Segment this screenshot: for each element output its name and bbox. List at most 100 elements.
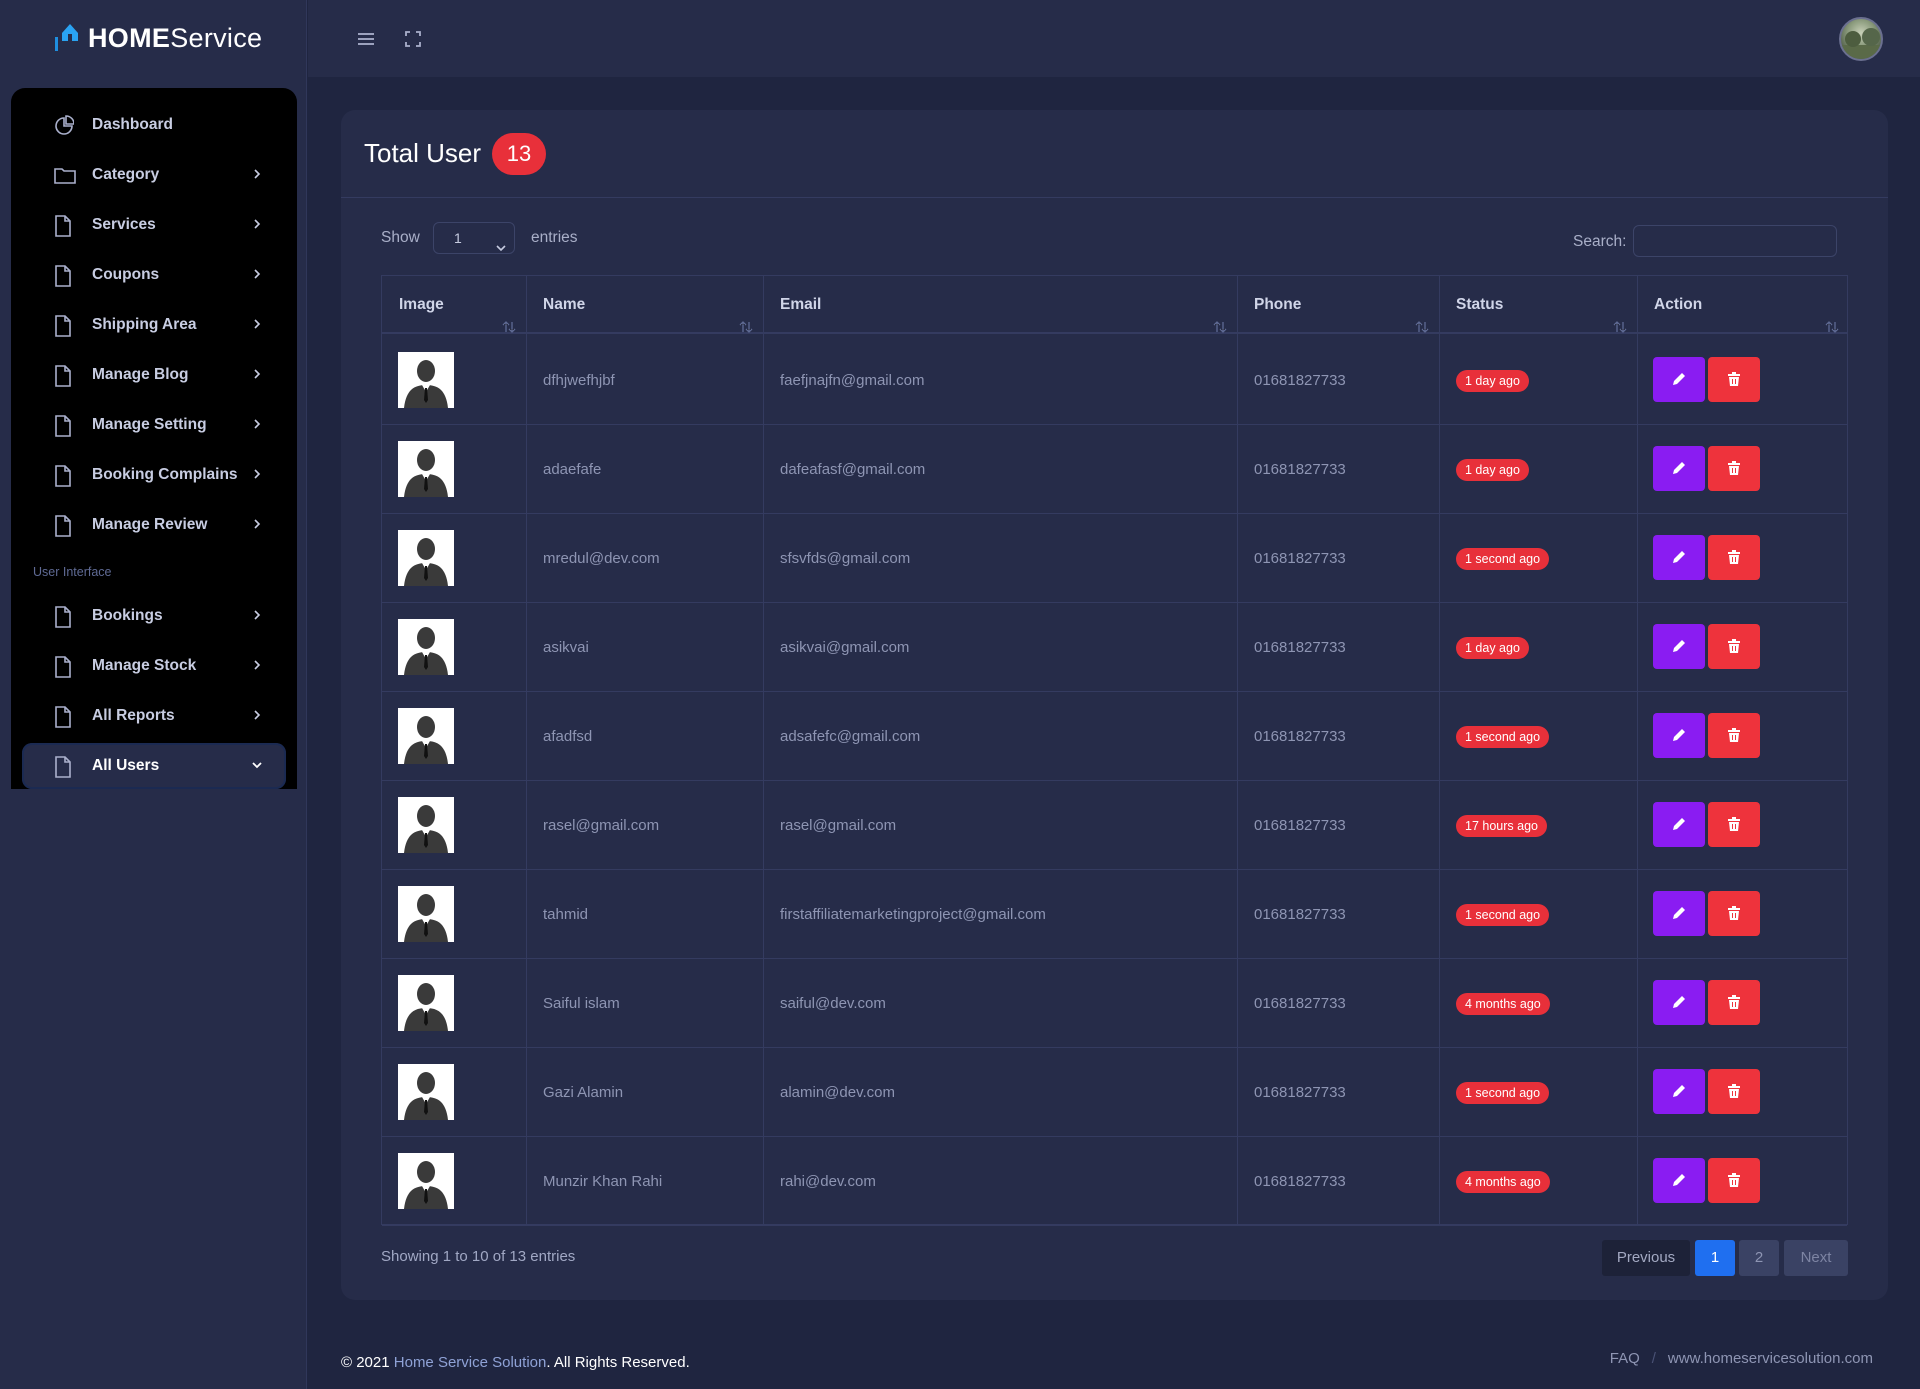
delete-button[interactable]	[1708, 802, 1760, 847]
page-title: Total User	[364, 138, 482, 168]
hamburger-menu-icon[interactable]	[356, 29, 376, 49]
topbar	[308, 0, 1920, 77]
column-header-name[interactable]: Name	[526, 276, 763, 334]
footer-links: FAQ / www.homeservicesolution.com	[1609, 1350, 1873, 1367]
pagination-previous[interactable]: Previous	[1602, 1240, 1690, 1276]
sort-icon[interactable]	[739, 300, 753, 333]
edit-button[interactable]	[1653, 980, 1705, 1025]
pagination-page-1[interactable]: 1	[1695, 1240, 1735, 1276]
edit-button[interactable]	[1653, 1158, 1705, 1203]
user-phone: 01681827733	[1254, 550, 1346, 567]
sidebar-item-dashboard[interactable]: Dashboard	[22, 102, 286, 148]
table-info: Showing 1 to 10 of 13 entries	[381, 1248, 576, 1265]
sidebar-item-manage-blog[interactable]: Manage Blog	[22, 352, 286, 398]
user-email: sfsvfds@gmail.com	[780, 550, 911, 567]
user-thumbnail	[398, 886, 454, 942]
edit-button[interactable]	[1653, 713, 1705, 758]
column-divider	[1637, 276, 1638, 1224]
sidebar-item-booking-complains[interactable]: Booking Complains	[22, 452, 286, 498]
edit-button[interactable]	[1653, 446, 1705, 491]
delete-button[interactable]	[1708, 891, 1760, 936]
user-email: adsafefc@gmail.com	[780, 728, 921, 745]
status-cell: 17 hours ago	[1439, 781, 1547, 870]
column-divider	[526, 276, 527, 1224]
image-cell	[382, 1048, 454, 1137]
status-badge: 1 second ago	[1456, 904, 1550, 926]
sidebar: HOMEService Dashboard Category Services Cou…	[0, 0, 307, 1389]
rights-text: . All Rights Reserved.	[546, 1354, 690, 1371]
status-badge: 1 day ago	[1456, 459, 1529, 481]
sidebar-item-category[interactable]: Category	[22, 152, 286, 198]
status-badge: 1 second ago	[1456, 548, 1550, 570]
delete-button[interactable]	[1708, 624, 1760, 669]
column-header-phone[interactable]: Phone	[1237, 276, 1439, 334]
column-header-status[interactable]: Status	[1439, 276, 1637, 334]
sidebar-item-all-users[interactable]: All Users	[22, 743, 286, 789]
table-row: rasel@gmail.com rasel@gmail.com 0168182773…	[382, 781, 1847, 870]
sidebar-item-bookings[interactable]: Bookings	[22, 593, 286, 639]
fullscreen-icon[interactable]	[403, 29, 423, 49]
status-cell: 1 day ago	[1439, 336, 1529, 425]
delete-button[interactable]	[1708, 713, 1760, 758]
status-cell: 4 months ago	[1439, 959, 1550, 1048]
image-cell	[382, 781, 454, 870]
delete-button[interactable]	[1708, 1158, 1760, 1203]
edit-button[interactable]	[1653, 357, 1705, 402]
pagination-page-2[interactable]: 2	[1739, 1240, 1779, 1276]
file-icon	[54, 415, 74, 437]
website-link[interactable]: www.homeservicesolution.com	[1668, 1350, 1873, 1367]
sort-icon[interactable]	[1415, 300, 1429, 333]
user-phone: 01681827733	[1254, 461, 1346, 478]
sort-icon[interactable]	[502, 300, 516, 333]
sidebar-item-coupons[interactable]: Coupons	[22, 252, 286, 298]
house-logo-icon	[52, 21, 82, 55]
pie-chart-icon	[54, 115, 75, 137]
delete-button[interactable]	[1708, 357, 1760, 402]
column-header-email[interactable]: Email	[763, 276, 1237, 334]
edit-button[interactable]	[1653, 535, 1705, 580]
faq-link[interactable]: FAQ	[1610, 1350, 1640, 1367]
status-cell: 4 months ago	[1439, 1137, 1550, 1226]
delete-button[interactable]	[1708, 446, 1760, 491]
table-row: tahmid firstaffiliatemarketingproject@gma…	[382, 870, 1847, 959]
delete-button[interactable]	[1708, 1069, 1760, 1114]
sidebar-item-label: Coupons	[92, 266, 160, 283]
sidebar-item-shipping-area[interactable]: Shipping Area	[22, 302, 286, 348]
sidebar-item-manage-setting[interactable]: Manage Setting	[22, 402, 286, 448]
sidebar-item-services[interactable]: Services	[22, 202, 286, 248]
sidebar-item-label: Manage Review	[92, 516, 208, 533]
action-cell	[1637, 1137, 1760, 1226]
action-cell	[1637, 425, 1760, 514]
image-cell	[382, 959, 454, 1048]
sidebar-item-label: Shipping Area	[92, 316, 197, 333]
edit-button[interactable]	[1653, 1069, 1705, 1114]
brand-logo[interactable]: HOMEService	[52, 20, 262, 56]
sort-icon[interactable]	[1213, 300, 1227, 333]
edit-button[interactable]	[1653, 802, 1705, 847]
sidebar-item-label: All Reports	[92, 707, 175, 724]
company-link[interactable]: Home Service Solution	[394, 1354, 547, 1371]
edit-button[interactable]	[1653, 624, 1705, 669]
column-header-image[interactable]: Image	[382, 276, 526, 334]
delete-button[interactable]	[1708, 980, 1760, 1025]
delete-button[interactable]	[1708, 535, 1760, 580]
sort-icon[interactable]	[1825, 300, 1839, 333]
sidebar-item-manage-stock[interactable]: Manage Stock	[22, 643, 286, 689]
image-cell	[382, 692, 454, 781]
sort-icon[interactable]	[1613, 300, 1627, 333]
sidebar-item-manage-review[interactable]: Manage Review	[22, 502, 286, 548]
chevron-right-icon	[250, 317, 264, 331]
sidebar-item-all-reports[interactable]: All Reports	[22, 693, 286, 739]
search-input[interactable]	[1633, 225, 1837, 257]
chevron-right-icon	[250, 708, 264, 722]
user-phone: 01681827733	[1254, 995, 1346, 1012]
pagination-next[interactable]: Next	[1784, 1240, 1848, 1276]
user-thumbnail	[398, 530, 454, 586]
entries-select[interactable]: 1	[433, 222, 515, 254]
edit-button[interactable]	[1653, 891, 1705, 936]
status-badge: 1 day ago	[1456, 637, 1529, 659]
column-header-action[interactable]: Action	[1637, 276, 1849, 334]
image-cell	[382, 1137, 454, 1226]
table-row: asikvai asikvai@gmail.com 01681827733 1 day…	[382, 603, 1847, 692]
user-avatar[interactable]	[1839, 17, 1883, 61]
